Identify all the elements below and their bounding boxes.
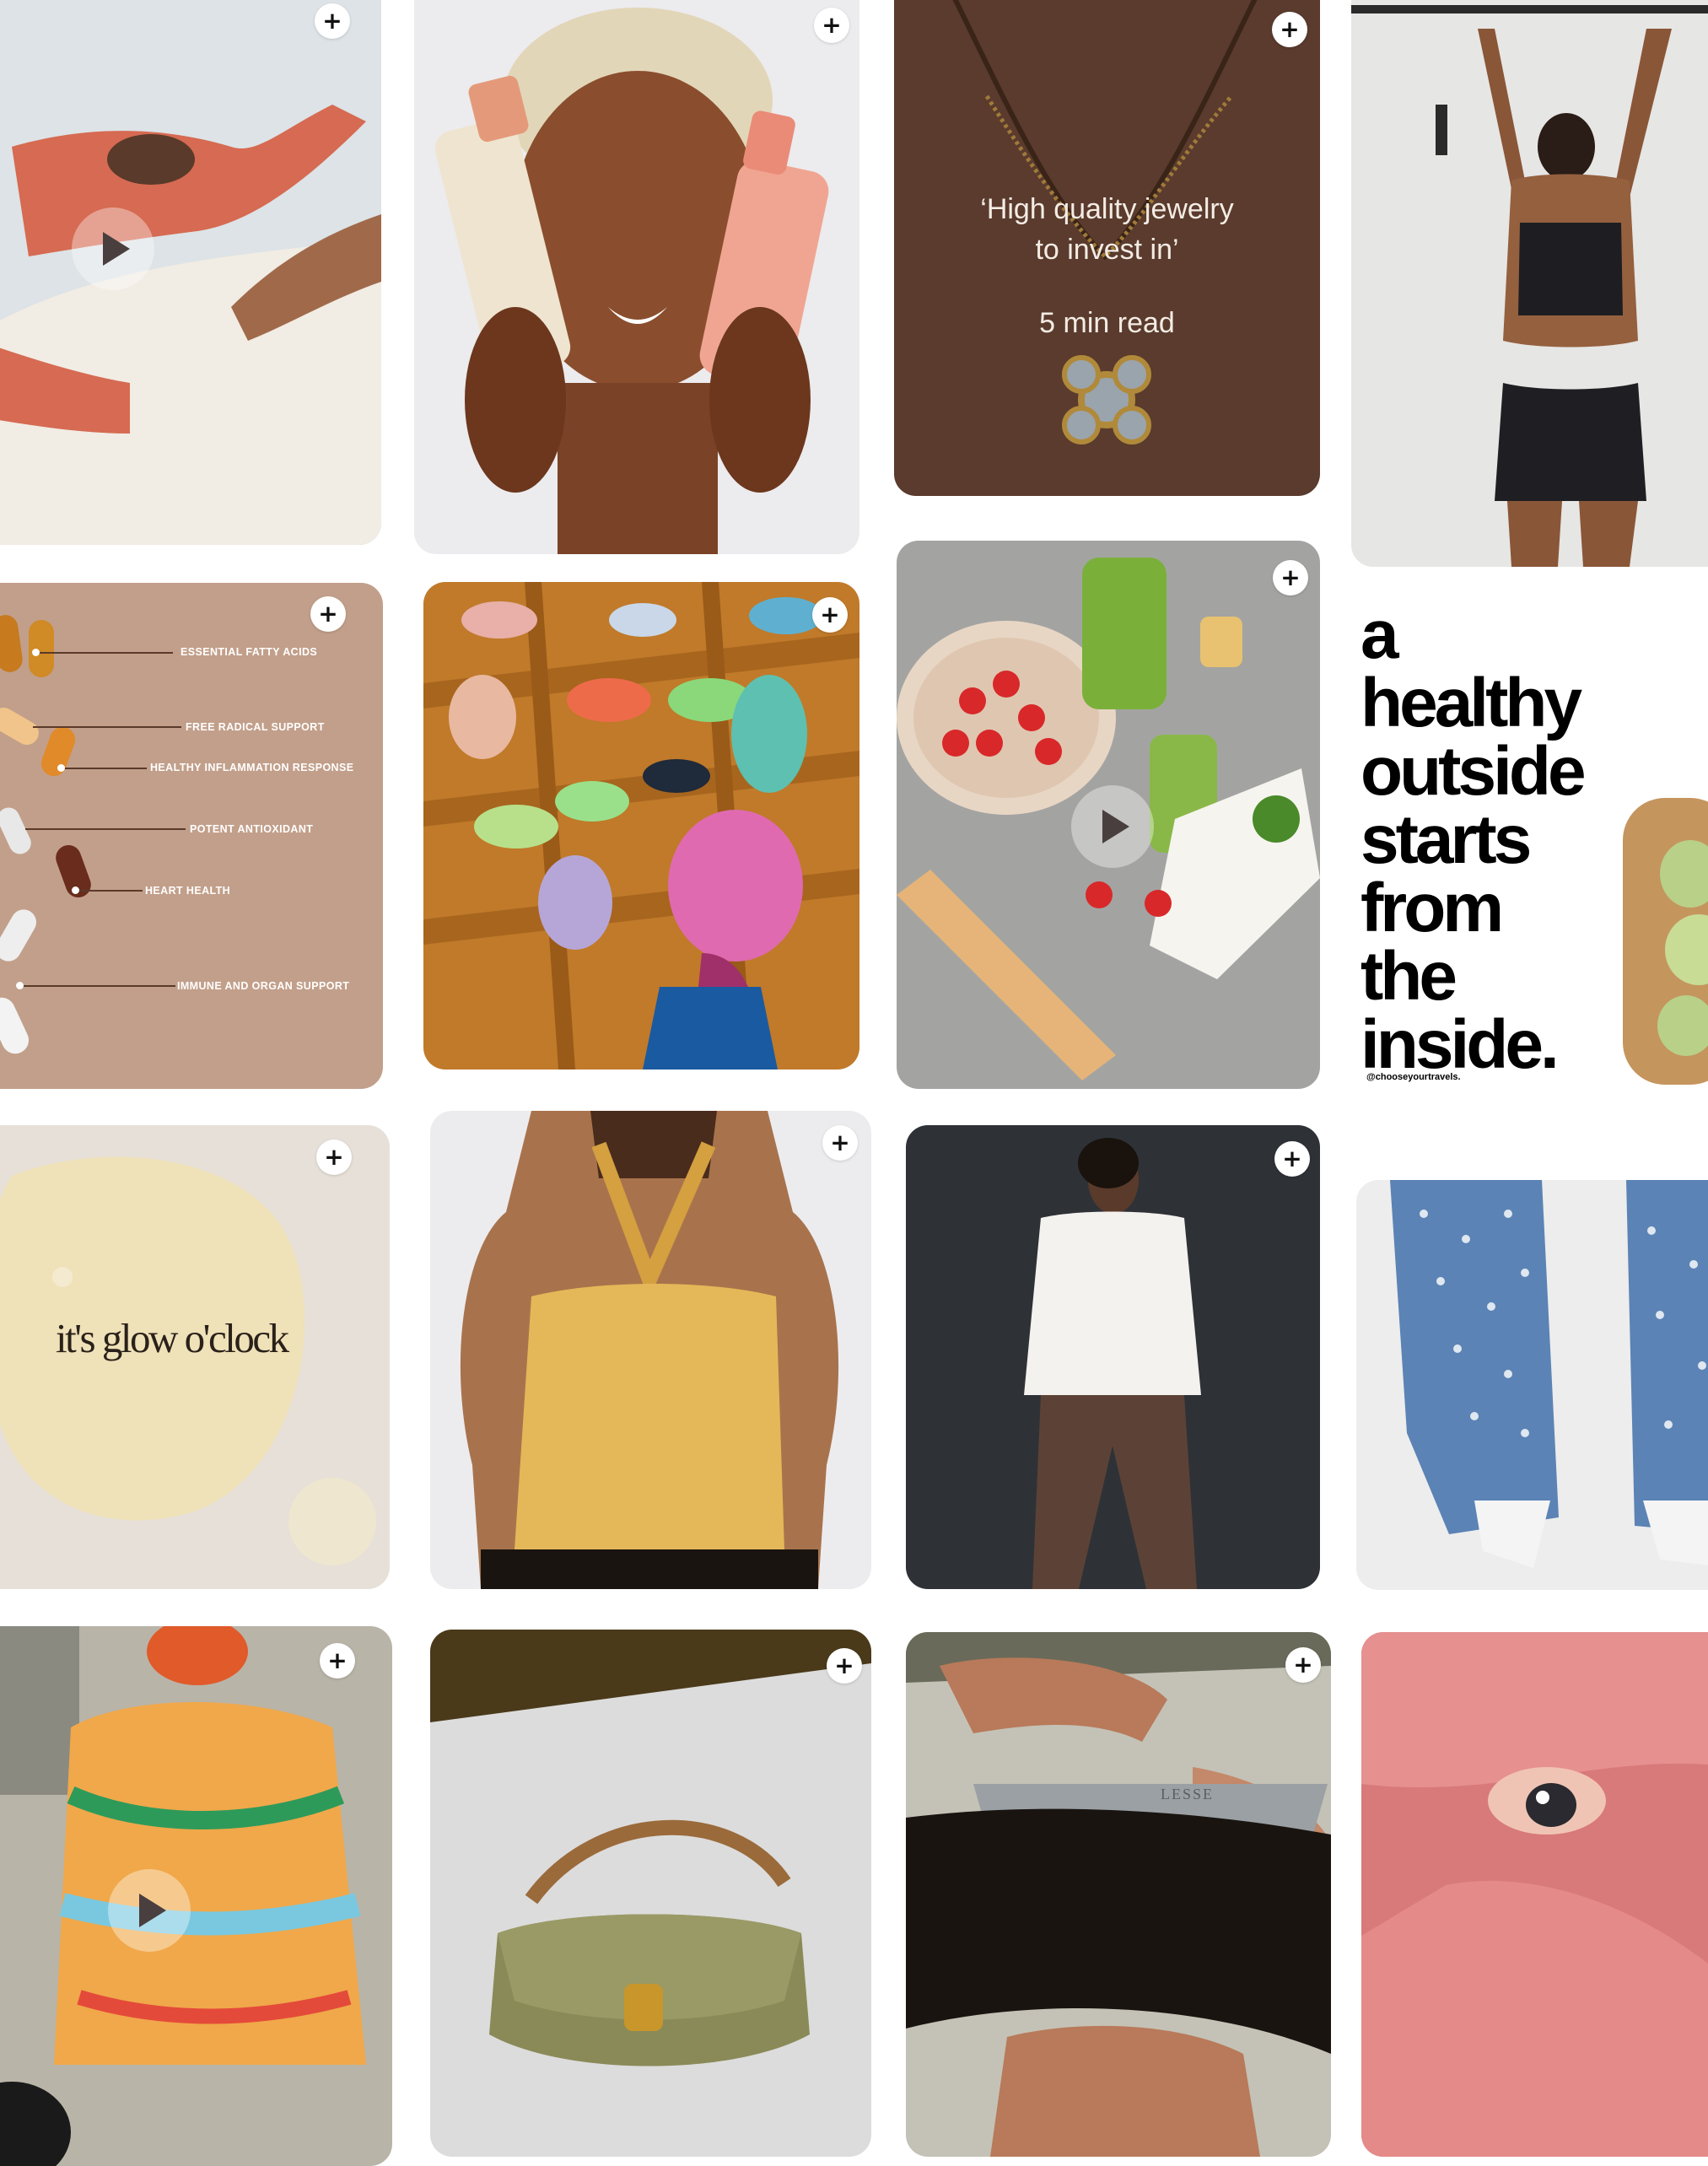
vitamin-callout-line [75,890,143,892]
quote-line: a [1360,596,1399,673]
vitamin-callout-dot [72,886,79,894]
quote-line: starts [1360,801,1532,878]
pin-vitamins[interactable]: ESSENTIAL FATTY ACIDS FREE RADICAL SUPPO… [0,583,383,1089]
comb-brand: LESSE [1161,1786,1215,1802]
save-button[interactable]: + [1273,560,1308,595]
vitamin-callout-line [24,985,175,987]
save-button[interactable]: + [822,1125,858,1161]
pin-serum[interactable]: it's glow o'clock + [0,1125,390,1589]
label-immune-and-organ-support: IMMUNE AND ORGAN SUPPORT [177,980,350,992]
jewelry-read-time: 5 min read [1039,307,1175,339]
healthy-quote-text: a healthy outside starts from the inside… [1360,596,1664,1083]
video-play-icon[interactable] [1071,785,1154,868]
handbag-image [430,1630,871,2157]
save-button[interactable]: + [316,1140,352,1175]
label-potent-antioxidant: POTENT ANTIOXIDANT [190,823,314,835]
quote-line: the [1360,938,1457,1015]
quote-line: outside [1360,733,1587,810]
label-heart-health: HEART HEALTH [145,885,231,897]
jeans-image [1356,1180,1708,1590]
save-button[interactable]: + [812,597,848,633]
skincare-image [414,0,859,554]
pin-skincare[interactable]: + [414,0,859,554]
vitamin-callout-line [25,828,186,830]
pin-jeans[interactable] [1356,1180,1708,1590]
pin-shoes[interactable]: + [423,582,859,1070]
video-play-icon[interactable] [72,207,154,290]
pin-jewelry[interactable]: ‘High quality jewelry to invest in’ 5 mi… [894,0,1320,496]
vitamin-callout-line [33,726,181,728]
fitness-image [1351,0,1708,567]
pin-yoga[interactable]: + [0,0,381,545]
vitamin-callout-line [61,768,147,769]
quote-line: from [1360,870,1504,946]
vitamin-callout-line [35,652,173,654]
yoga-image [0,0,381,545]
comb-image [906,1632,1331,2157]
quote-line: healthy [1360,665,1582,741]
jewelry-headline: ‘High quality jewelry to invest in’ [980,193,1234,266]
save-button[interactable]: + [814,8,849,43]
save-button[interactable]: + [1272,12,1307,47]
pin-comb[interactable]: LESSE + [906,1632,1331,2157]
save-button[interactable]: + [827,1648,862,1684]
knit-top-image [0,1626,392,2166]
face-mask-image [1361,1632,1708,2157]
save-button[interactable]: + [320,1643,355,1678]
vitamins-image [0,583,383,1089]
label-free-radical-support: FREE RADICAL SUPPORT [186,721,325,733]
pin-handbag[interactable]: + [430,1630,871,2157]
vitamin-callout-dot [57,764,65,772]
save-button[interactable]: + [310,596,346,632]
save-button[interactable]: + [1285,1647,1321,1683]
pin-matcha[interactable]: + [897,541,1320,1089]
label-healthy-inflammation-response: HEALTHY INFLAMMATION RESPONSE [150,762,354,773]
save-button[interactable]: + [315,3,350,39]
pin-halter-top[interactable]: + [430,1111,871,1589]
halter-top-image [430,1111,871,1589]
menswear-image [906,1125,1320,1589]
quote-line: inside. [1360,1006,1560,1083]
pin-face-mask[interactable] [1361,1632,1708,2157]
pin-knit-top[interactable]: + [0,1626,392,2166]
quote-credit: @chooseyourtravels. [1366,1072,1461,1082]
serum-caption: it's glow o'clock [56,1315,289,1361]
label-essential-fatty-acids: ESSENTIAL FATTY ACIDS [180,646,318,658]
pin-fitness[interactable] [1351,0,1708,567]
shoes-image [423,582,859,1070]
save-button[interactable]: + [1274,1141,1310,1177]
vitamin-callout-dot [32,649,40,656]
vitamin-callout-dot [16,982,24,989]
pin-menswear[interactable]: + [906,1125,1320,1589]
video-play-icon[interactable] [108,1869,191,1952]
